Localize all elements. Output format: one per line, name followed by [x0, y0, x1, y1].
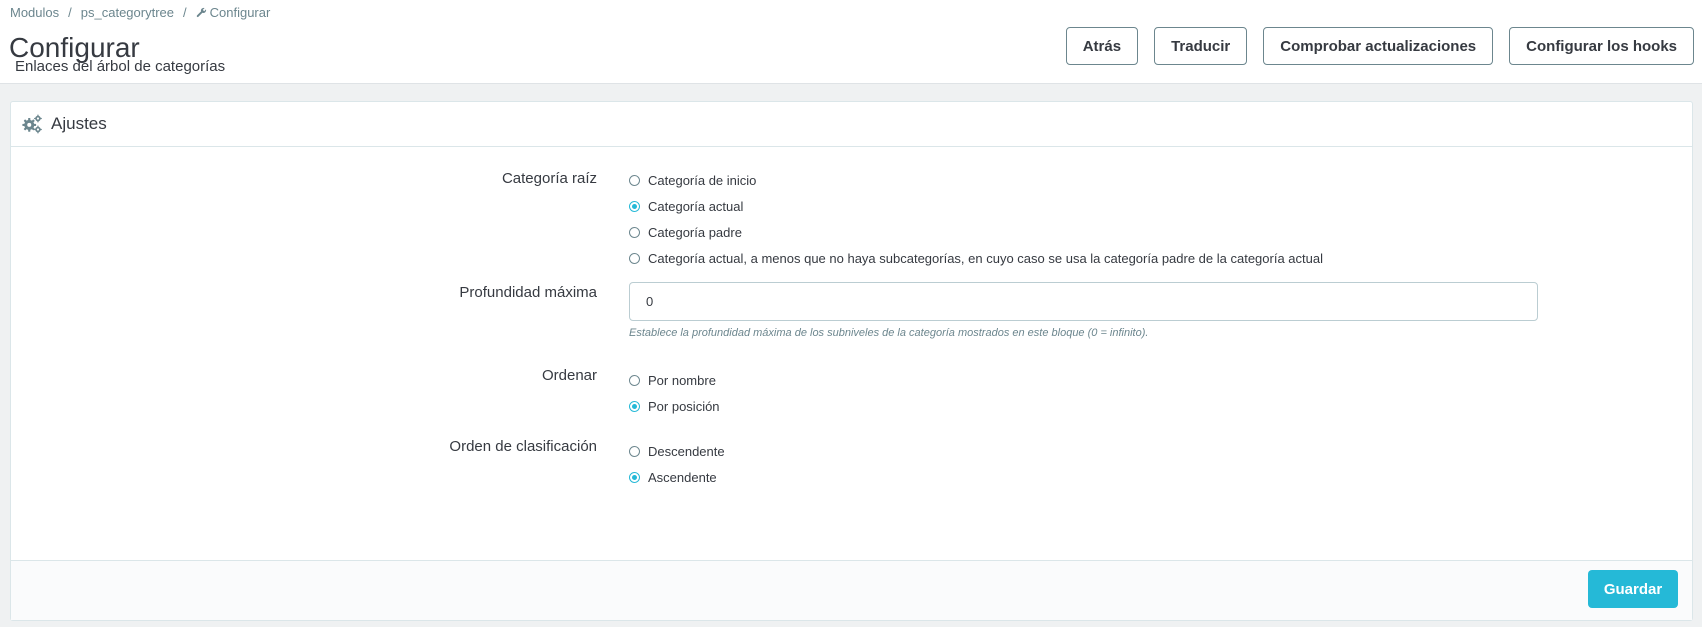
radio-button[interactable]	[629, 445, 640, 457]
radio-button[interactable]	[629, 252, 640, 264]
configure-hooks-button[interactable]: Configurar los hooks	[1509, 27, 1694, 65]
radio-option[interactable]: Categoría padre	[629, 219, 1323, 245]
radio-option[interactable]: Categoría de inicio	[629, 167, 1323, 193]
panel-title: Ajustes	[51, 114, 107, 133]
radio-label: Descendente	[648, 443, 725, 459]
radio-label: Categoría de inicio	[648, 172, 757, 188]
radio-label: Por nombre	[648, 372, 716, 388]
radio-button[interactable]	[629, 174, 640, 186]
radio-option[interactable]: Descendente	[629, 438, 725, 464]
save-button[interactable]: Guardar	[1588, 570, 1678, 608]
radio-option[interactable]: Categoría actual, a menos que no haya su…	[629, 245, 1323, 271]
settings-panel: Ajustes Categoría raíz Categoría de inic…	[10, 101, 1693, 621]
sort-order-label: Orden de clasificación	[449, 438, 597, 455]
radio-label: Por posición	[648, 398, 720, 414]
max-depth-label: Profundidad máxima	[459, 284, 597, 301]
translate-button[interactable]: Traducir	[1154, 27, 1248, 65]
breadcrumb-separator: /	[183, 5, 187, 20]
radio-label: Categoría actual	[648, 198, 744, 214]
sort-label: Ordenar	[541, 367, 597, 384]
radio-button[interactable]	[629, 374, 640, 386]
radio-label: Categoría padre	[648, 224, 742, 240]
page-header: Modulos / ps_categorytree / Configurar C…	[0, 0, 1702, 84]
breadcrumb-separator: /	[68, 5, 72, 20]
cogs-icon	[22, 114, 42, 134]
radio-button[interactable]	[629, 471, 640, 483]
max-depth-help: Establece la profundidad máxima de los s…	[629, 327, 1149, 339]
radio-button[interactable]	[629, 200, 640, 212]
radio-option[interactable]: Por posición	[629, 393, 720, 419]
check-updates-button[interactable]: Comprobar actualizaciones	[1263, 27, 1494, 65]
radio-button[interactable]	[629, 226, 640, 238]
wrench-icon	[196, 7, 206, 18]
page-subtitle: Enlaces del árbol de categorías	[15, 58, 226, 75]
panel-footer: Guardar	[11, 560, 1692, 620]
breadcrumb-item-current: Configurar	[209, 5, 271, 20]
root-category-options: Categoría de inicio Categoría actual Cat…	[629, 167, 1323, 271]
radio-label: Categoría actual, a menos que no haya su…	[648, 250, 1323, 266]
radio-label: Ascendente	[648, 469, 717, 485]
sort-order-options: Descendente Ascendente	[629, 438, 725, 490]
radio-button[interactable]	[629, 400, 640, 412]
radio-option[interactable]: Categoría actual	[629, 193, 1323, 219]
back-button[interactable]: Atrás	[1065, 27, 1139, 65]
breadcrumb-item-modules[interactable]: Modulos	[10, 5, 59, 20]
breadcrumb-item-module[interactable]: ps_categorytree	[81, 5, 174, 20]
sort-options: Por nombre Por posición	[629, 367, 720, 419]
radio-option[interactable]: Ascendente	[629, 464, 725, 490]
panel-heading: Ajustes	[11, 102, 1692, 147]
root-category-label: Categoría raíz	[501, 170, 597, 187]
breadcrumb: Modulos / ps_categorytree / Configurar	[10, 5, 270, 20]
radio-option[interactable]: Por nombre	[629, 367, 720, 393]
max-depth-input[interactable]	[629, 282, 1538, 321]
header-toolbar: Atrás Traducir Comprobar actualizaciones…	[1065, 27, 1694, 65]
